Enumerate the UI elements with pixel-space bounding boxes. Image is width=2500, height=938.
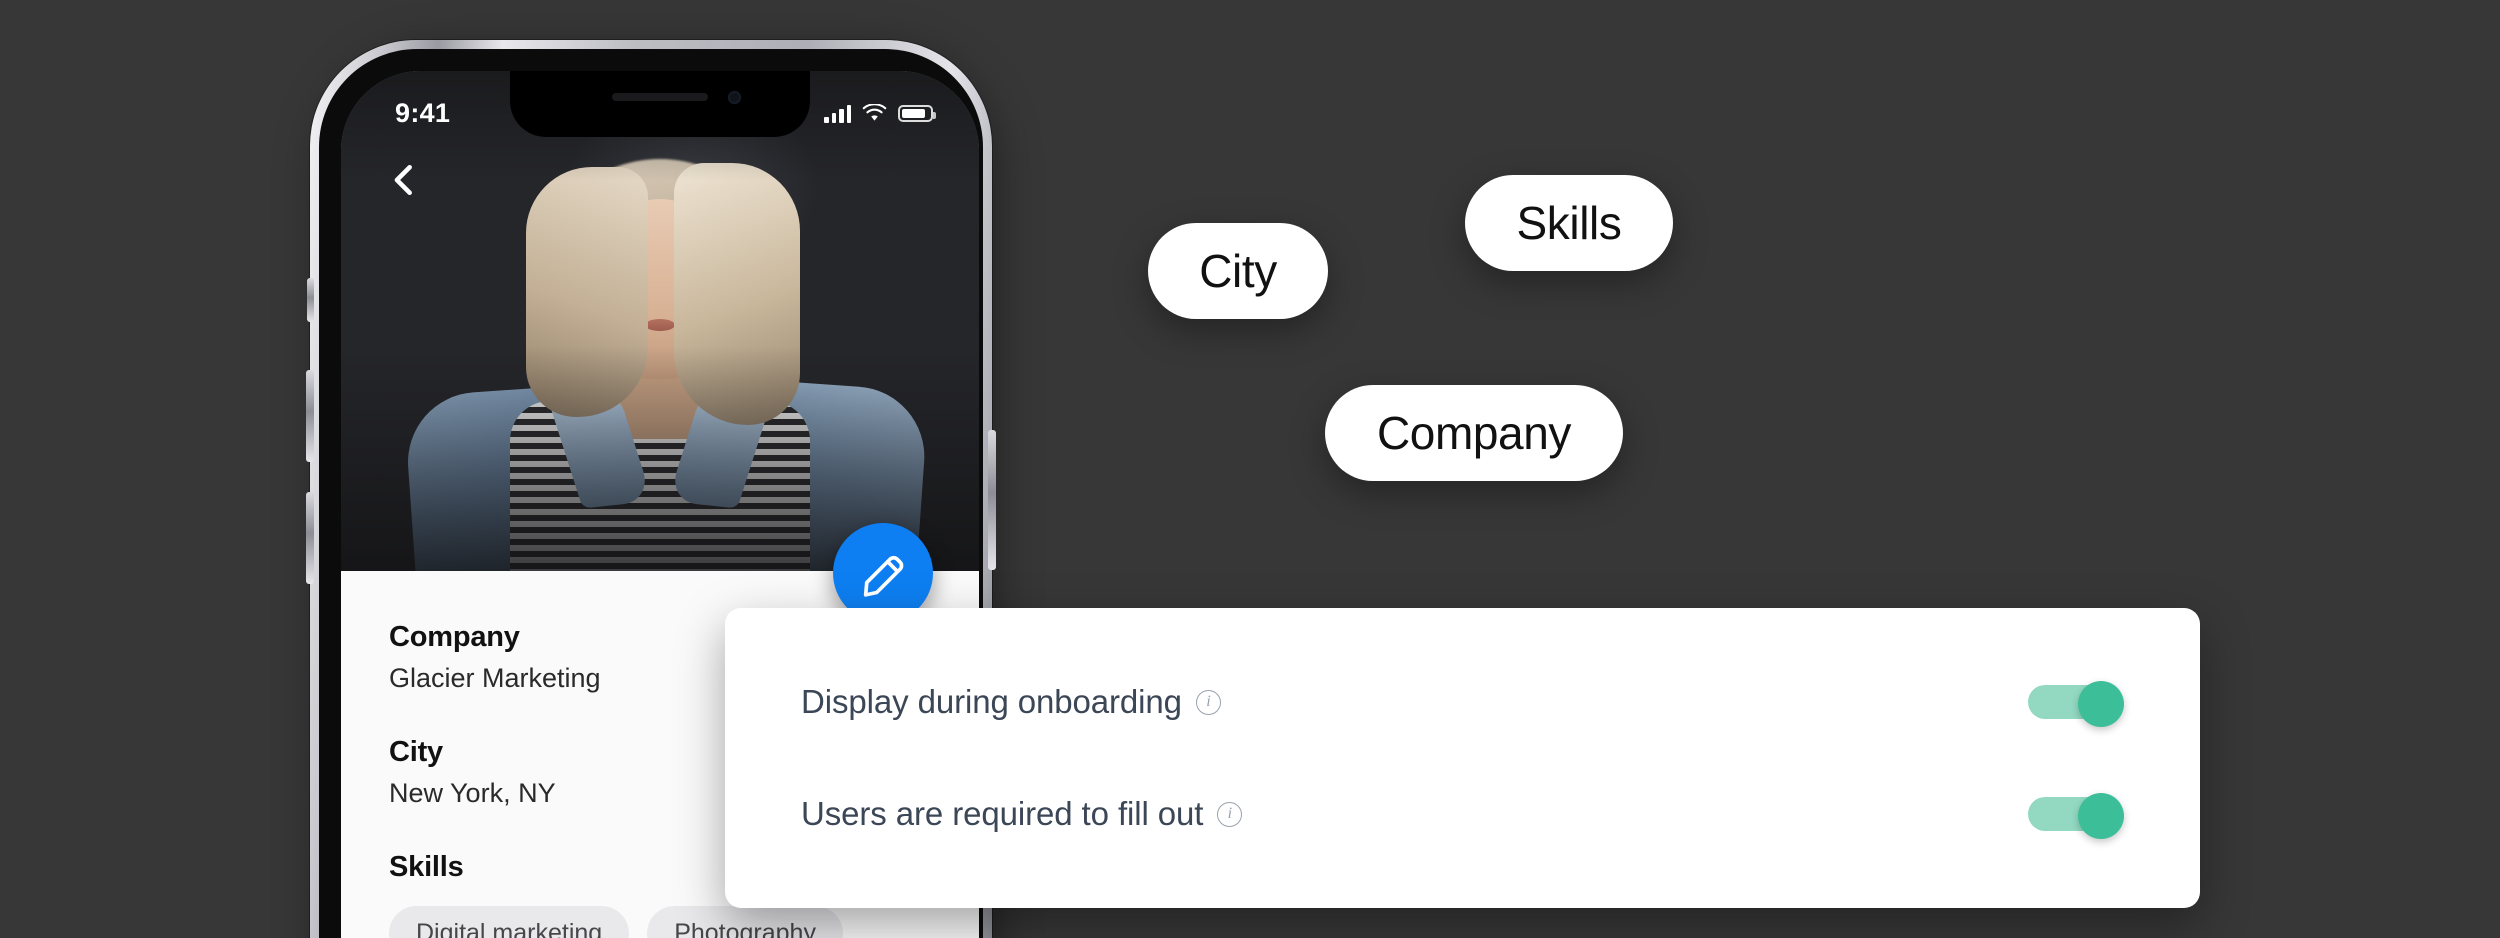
pill-skills[interactable]: Skills (1465, 175, 1673, 271)
battery-icon (898, 104, 936, 122)
setting-label-text: Users are required to fill out (801, 795, 1204, 832)
pill-city[interactable]: City (1148, 223, 1328, 319)
profile-photo (341, 71, 979, 571)
toggle-knob (2078, 681, 2124, 727)
pill-company[interactable]: Company (1325, 385, 1623, 481)
setting-row-display-during-onboarding: Display during onboarding i (801, 646, 2124, 758)
setting-row-users-required-to-fill-out: Users are required to fill out i (801, 758, 2124, 870)
info-circle-icon[interactable]: i (1217, 801, 1243, 827)
volume-up-button[interactable] (306, 370, 314, 462)
info-circle-icon[interactable]: i (1195, 689, 1221, 715)
back-chevron-icon[interactable] (387, 163, 421, 197)
screenshot-canvas: 9:41 Company Glacier Marketing City New … (0, 0, 2500, 938)
power-button[interactable] (988, 430, 996, 570)
toggle-knob (2078, 793, 2124, 839)
skill-chip[interactable]: Digital marketing (389, 906, 630, 938)
status-bar-icons (824, 103, 936, 123)
status-bar: 9:41 (341, 71, 979, 141)
mute-switch[interactable] (307, 278, 314, 322)
cellular-signal-icon (824, 103, 851, 123)
toggle-users-required-to-fill-out[interactable] (2028, 793, 2124, 839)
setting-label: Users are required to fill out i (801, 795, 1243, 833)
pencil-edit-icon (863, 555, 904, 597)
photo-vignette (341, 71, 979, 571)
setting-label: Display during onboarding i (801, 683, 1221, 721)
skill-chip-list: Digital marketing Photography (389, 906, 931, 938)
status-bar-time: 9:41 (395, 97, 451, 128)
settings-panel: Display during onboarding i Users are re… (725, 608, 2200, 908)
wifi-icon (862, 103, 887, 121)
toggle-display-during-onboarding[interactable] (2028, 681, 2124, 727)
skill-chip[interactable]: Photography (647, 906, 843, 938)
volume-down-button[interactable] (306, 492, 314, 584)
setting-label-text: Display during onboarding (801, 683, 1182, 720)
